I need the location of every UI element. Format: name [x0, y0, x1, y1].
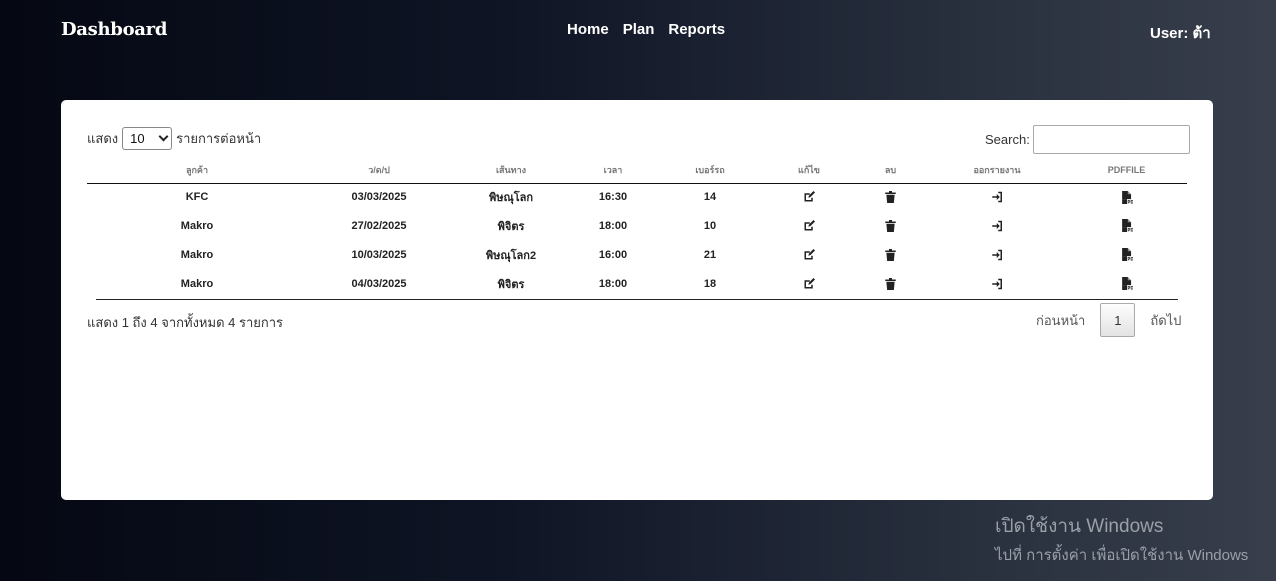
nav-reports-link[interactable]: Reports: [668, 21, 725, 38]
edit-action-cell: [765, 269, 853, 298]
trash-action-cell: [853, 240, 928, 269]
nav-plan-link[interactable]: Plan: [623, 21, 655, 38]
sign-in-action-cell: [928, 240, 1066, 269]
sign-in-action-cell: [928, 269, 1066, 298]
sign-in-icon[interactable]: [991, 248, 1004, 260]
col-header-date[interactable]: ว/ด/ป: [307, 158, 451, 184]
trash-icon[interactable]: [885, 248, 896, 261]
svg-text:PDF: PDF: [1127, 228, 1133, 232]
trash-action-cell: [853, 269, 928, 298]
trash-icon[interactable]: [885, 277, 896, 290]
page-1-button[interactable]: 1: [1100, 303, 1136, 337]
pdf-file-action-cell: PDF: [1066, 211, 1187, 240]
table-row: KFC 03/03/2025 พิษณุโลก 16:30 14 PDF: [87, 183, 1187, 211]
pdf-file-action-cell: PDF: [1066, 240, 1187, 269]
table-row: Makro 04/03/2025 พิจิตร 18:00 18 PDF: [87, 269, 1187, 298]
data-table: ลูกค้า ว/ด/ป เส้นทาง เวลา เบอร์รถ แก้ไข …: [87, 158, 1187, 298]
pdf-file-icon[interactable]: PDF: [1121, 190, 1133, 204]
customer-cell: KFC: [185, 191, 209, 204]
chevron-down-icon: [158, 131, 169, 142]
svg-text:PDF: PDF: [1127, 257, 1133, 261]
col-header-vehicle[interactable]: เบอร์รถ: [655, 158, 765, 184]
route-cell: พิษณุโลก: [488, 192, 534, 205]
route-cell: พิจิตร: [497, 278, 525, 291]
table-header-row: ลูกค้า ว/ด/ป เส้นทาง เวลา เบอร์รถ แก้ไข …: [87, 158, 1187, 184]
time-cell: 18:00: [598, 277, 628, 290]
pdf-file-icon[interactable]: PDF: [1121, 248, 1133, 261]
pdf-file-icon[interactable]: PDF: [1121, 277, 1133, 290]
search-label: Search:: [985, 132, 1030, 147]
nav-home-link[interactable]: Home: [567, 21, 609, 38]
date-cell: 27/02/2025: [351, 219, 407, 232]
col-header-delete[interactable]: ลบ: [853, 158, 928, 184]
edit-icon[interactable]: [803, 191, 815, 203]
col-header-route[interactable]: เส้นทาง: [451, 158, 571, 184]
sign-in-icon[interactable]: [991, 277, 1004, 289]
col-header-pdf[interactable]: PDFFILE: [1066, 158, 1187, 184]
user-label: User: ต้า: [1150, 25, 1211, 42]
date-cell: 03/03/2025: [351, 191, 407, 204]
show-label: แสดง: [87, 131, 119, 146]
search-input[interactable]: [1032, 125, 1190, 154]
top-navbar: Dashboard Home Plan Reports User: ต้า: [0, 0, 1276, 60]
watermark-line-2: ไปที่ การตั้งค่า เพื่อเปิดใช้งาน Windows: [995, 547, 1249, 564]
per-page-label: รายการต่อหน้า: [176, 131, 262, 146]
pdf-file-action-cell: PDF: [1066, 183, 1187, 211]
col-header-edit[interactable]: แก้ไข: [765, 158, 853, 184]
pdf-file-action-cell: PDF: [1066, 269, 1187, 298]
date-cell: 10/03/2025: [351, 248, 407, 261]
table-bottom-border: [96, 299, 1178, 300]
watermark-line-1: เปิดใช้งาน Windows: [995, 516, 1164, 537]
customer-cell: Makro: [180, 277, 214, 290]
sign-in-icon[interactable]: [991, 191, 1004, 203]
vehicle-cell: 14: [703, 191, 717, 204]
col-header-customer[interactable]: ลูกค้า: [87, 158, 307, 184]
edit-icon[interactable]: [803, 219, 815, 231]
customer-cell: Makro: [180, 219, 214, 232]
next-page-button[interactable]: ถัดไป: [1150, 310, 1181, 331]
table-row: Makro 27/02/2025 พิจิตร 18:00 10 PDF: [87, 211, 1187, 240]
route-cell: พิจิตร: [497, 220, 525, 233]
trash-action-cell: [853, 211, 928, 240]
col-header-report[interactable]: ออกรายงาน: [928, 158, 1066, 184]
svg-text:PDF: PDF: [1127, 286, 1133, 290]
edit-action-cell: [765, 183, 853, 211]
sign-in-action-cell: [928, 183, 1066, 211]
table-info: แสดง 1 ถึง 4 จากทั้งหมด 4 รายการ: [87, 315, 284, 330]
customer-cell: Makro: [180, 248, 214, 261]
edit-action-cell: [765, 211, 853, 240]
table-card: แสดง 10 รายการต่อหน้า Search: ลูกค้า ว/ด…: [61, 100, 1213, 500]
time-cell: 16:30: [598, 191, 628, 204]
pagination: ก่อนหน้า 1 ถัดไป: [1036, 303, 1181, 337]
time-cell: 18:00: [598, 219, 628, 232]
edit-icon[interactable]: [803, 248, 815, 260]
pdf-file-icon[interactable]: PDF: [1121, 219, 1133, 232]
trash-icon[interactable]: [885, 219, 896, 232]
page-size-value: 10: [130, 131, 145, 146]
table-row: Makro 10/03/2025 พิษณุโลก2 16:00 21 PDF: [87, 240, 1187, 269]
vehicle-cell: 21: [703, 248, 717, 261]
trash-icon[interactable]: [885, 191, 896, 204]
date-cell: 04/03/2025: [351, 277, 407, 290]
page-size-select[interactable]: 10: [122, 127, 173, 150]
sign-in-icon[interactable]: [991, 219, 1004, 231]
svg-text:PDF: PDF: [1127, 199, 1133, 203]
edit-action-cell: [765, 240, 853, 269]
brand-logo[interactable]: Dashboard: [61, 19, 167, 40]
search-control: Search:: [985, 125, 1190, 154]
prev-page-button[interactable]: ก่อนหน้า: [1036, 310, 1085, 331]
sign-in-action-cell: [928, 211, 1066, 240]
col-header-time[interactable]: เวลา: [571, 158, 655, 184]
vehicle-cell: 18: [703, 277, 717, 290]
vehicle-cell: 10: [703, 219, 717, 232]
time-cell: 16:00: [598, 248, 628, 261]
main-nav: Home Plan Reports: [567, 21, 725, 38]
page-length-control: แสดง 10 รายการต่อหน้า: [87, 127, 261, 150]
windows-activation-watermark: เปิดใช้งาน Windows ไปที่ การตั้งค่า เพื่…: [995, 511, 1248, 567]
edit-icon[interactable]: [803, 277, 815, 289]
route-cell: พิษณุโลก2: [485, 249, 537, 262]
trash-action-cell: [853, 183, 928, 211]
